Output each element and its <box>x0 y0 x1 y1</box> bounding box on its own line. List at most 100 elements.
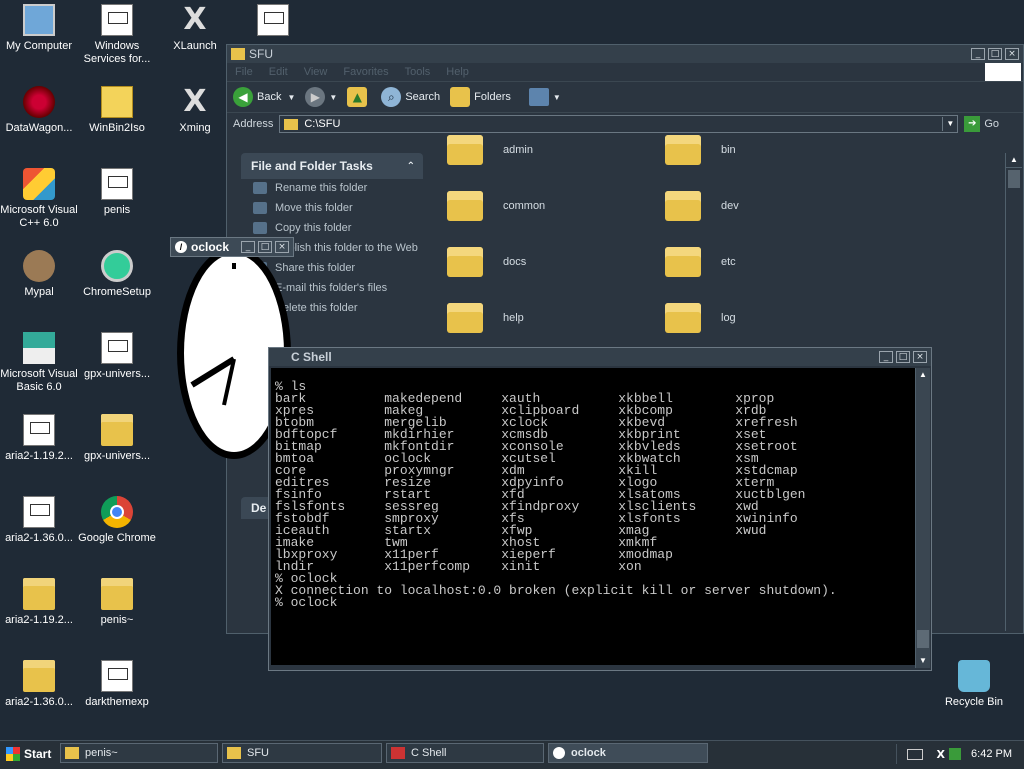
folders-label: Folders <box>474 91 511 103</box>
desktop-icon-penis[interactable]: penis <box>78 168 156 217</box>
folder-item[interactable]: etc <box>665 247 736 277</box>
minimize-icon[interactable]: _ <box>241 241 255 253</box>
desktop-icon-windows-services[interactable]: Windows Services for... <box>78 4 156 66</box>
menu-favorites[interactable]: Favorites <box>343 66 388 78</box>
folder-icon <box>447 247 483 277</box>
collapse-chevron-icon[interactable]: ⌃ <box>407 161 415 172</box>
folder-item[interactable]: bin <box>665 135 736 165</box>
taskbar-button-sfu[interactable]: SFU <box>222 743 382 763</box>
start-button[interactable]: Start <box>2 744 54 764</box>
close-icon[interactable]: × <box>913 351 927 363</box>
desktop-icon-xming[interactable]: X Xming <box>156 86 234 135</box>
menu-edit[interactable]: Edit <box>269 66 288 78</box>
desktop-icon-visual-basic[interactable]: Microsoft Visual Basic 6.0 <box>0 332 78 394</box>
desktop-icon-aria2-1360-folder[interactable]: aria2-1.36.0... <box>0 660 78 709</box>
scroll-down-icon[interactable]: ▼ <box>916 654 930 668</box>
folder-icon <box>447 303 483 333</box>
forward-arrow-icon: ▶ <box>305 87 326 107</box>
folder-label: help <box>503 312 524 324</box>
taskbar-button-penis[interactable]: penis~ <box>60 743 218 763</box>
explorer-scrollbar[interactable]: ▲ <box>1005 153 1022 631</box>
desktop-icon-datawagon[interactable]: DataWagon... <box>0 86 78 135</box>
folder-icon <box>665 247 701 277</box>
go-button[interactable]: ➔ Go <box>964 116 999 132</box>
scroll-up-icon[interactable]: ▲ <box>1006 153 1022 168</box>
taskbar-button-oclock[interactable]: oclock <box>548 743 708 763</box>
desktop-icon-chromesetup[interactable]: ChromeSetup <box>78 250 156 299</box>
folder-item[interactable]: admin <box>447 135 533 165</box>
up-folder-button[interactable]: ▲ <box>347 87 371 107</box>
forward-button[interactable]: ▶ ▼ <box>305 87 337 107</box>
go-label: Go <box>984 118 999 130</box>
desktop-icon-aria2-1192-folder[interactable]: aria2-1.19.2... <box>0 578 78 627</box>
scroll-thumb[interactable] <box>917 630 929 648</box>
desktop-icon-visual-cpp[interactable]: Microsoft Visual C++ 6.0 <box>0 168 78 230</box>
views-button[interactable]: ▼ <box>528 88 561 106</box>
minimize-icon[interactable]: _ <box>971 48 985 60</box>
maximize-icon[interactable]: □ <box>988 48 1002 60</box>
desktop-icon-document[interactable] <box>234 4 312 40</box>
document-icon <box>23 496 55 528</box>
folder-item[interactable]: docs <box>447 247 526 277</box>
maximize-icon[interactable]: □ <box>896 351 910 363</box>
desktop-icon-recycle-bin[interactable]: Recycle Bin <box>935 660 1013 709</box>
tasks-title: File and Folder Tasks <box>251 159 373 173</box>
desktop-icon-gpx-folder[interactable]: gpx-univers... <box>78 414 156 463</box>
task-rename[interactable]: Rename this folder <box>241 179 423 199</box>
terminal-line: X connection to localhost:0.0 broken (ex… <box>275 583 837 598</box>
folder-icon <box>101 414 133 446</box>
search-button[interactable]: ⌕ Search <box>381 87 440 107</box>
scroll-up-icon[interactable]: ▲ <box>916 368 930 382</box>
explorer-titlebar[interactable]: SFU _ □ × <box>227 45 1023 63</box>
menu-tools[interactable]: Tools <box>405 66 431 78</box>
desktop-icon-label: aria2-1.19.2... <box>5 450 73 462</box>
copy-icon <box>253 222 267 234</box>
xming-tray-icon[interactable]: X <box>937 748 945 761</box>
terminal-output[interactable]: % ls bark makedepend xauth xkbbell xprop… <box>271 368 916 665</box>
menu-help[interactable]: Help <box>446 66 469 78</box>
desktop-icon-winbin2iso[interactable]: WinBin2Iso <box>78 86 156 135</box>
folder-item[interactable]: log <box>665 303 736 333</box>
menu-file[interactable]: File <box>235 66 253 78</box>
chevron-down-icon: ▼ <box>287 92 296 102</box>
desktop-icon-gpx-doc[interactable]: gpx-univers... <box>78 332 156 381</box>
desktop-icon-penis-folder[interactable]: penis~ <box>78 578 156 627</box>
task-copy[interactable]: Copy this folder <box>241 219 423 239</box>
folder-item[interactable]: dev <box>665 191 739 221</box>
keyboard-icon[interactable] <box>906 748 923 760</box>
tasks-header[interactable]: File and Folder Tasks ⌃ <box>241 153 423 179</box>
desktop-icon-google-chrome[interactable]: Google Chrome <box>78 496 156 545</box>
folder-icon <box>284 118 299 130</box>
folder-icon <box>665 191 701 221</box>
cshell-titlebar[interactable]: C Shell _ □ × <box>269 348 931 366</box>
desktop-icon-aria2-1360-doc[interactable]: aria2-1.36.0... <box>0 496 78 545</box>
task-move[interactable]: Move this folder <box>241 199 423 219</box>
minimize-icon[interactable]: _ <box>879 351 893 363</box>
terminal-line: % oclock <box>275 595 338 610</box>
desktop-icon-label: Google Chrome <box>78 532 156 544</box>
chevron-down-icon[interactable]: ▼ <box>942 117 957 131</box>
explorer-menubar: File Edit View Favorites Tools Help <box>227 63 1023 81</box>
folders-button[interactable]: Folders <box>450 87 511 107</box>
cshell-scrollbar[interactable]: ▲ ▼ <box>915 368 930 668</box>
desktop-icon-aria2-1192-doc[interactable]: aria2-1.19.2... <box>0 414 78 463</box>
oclock-titlebar[interactable]: / oclock _ □ × <box>170 237 294 257</box>
close-icon[interactable]: × <box>1005 48 1019 60</box>
maximize-icon[interactable]: □ <box>258 241 272 253</box>
desktop-icon-label: WinBin2Iso <box>89 122 145 134</box>
address-input[interactable]: C:\SFU ▼ <box>279 115 959 133</box>
desktop-icon-label: XLaunch <box>173 40 217 52</box>
close-icon[interactable]: × <box>275 241 289 253</box>
folder-item[interactable]: common <box>447 191 545 221</box>
taskbar-button-cshell[interactable]: C Shell <box>386 743 544 763</box>
back-button[interactable]: ◀ Back ▼ <box>233 87 295 107</box>
desktop-icon-darkthemexp[interactable]: darkthemexp <box>78 660 156 709</box>
network-icon[interactable] <box>949 748 962 760</box>
scroll-thumb[interactable] <box>1008 170 1020 188</box>
desktop-icon-mypal[interactable]: Mypal <box>0 250 78 299</box>
folder-item[interactable]: help <box>447 303 524 333</box>
tray-clock[interactable]: 6:42 PM <box>971 748 1012 760</box>
desktop-icon-xlaunch[interactable]: X XLaunch <box>156 4 234 53</box>
desktop-icon-my-computer[interactable]: My Computer <box>0 4 78 53</box>
menu-view[interactable]: View <box>304 66 328 78</box>
